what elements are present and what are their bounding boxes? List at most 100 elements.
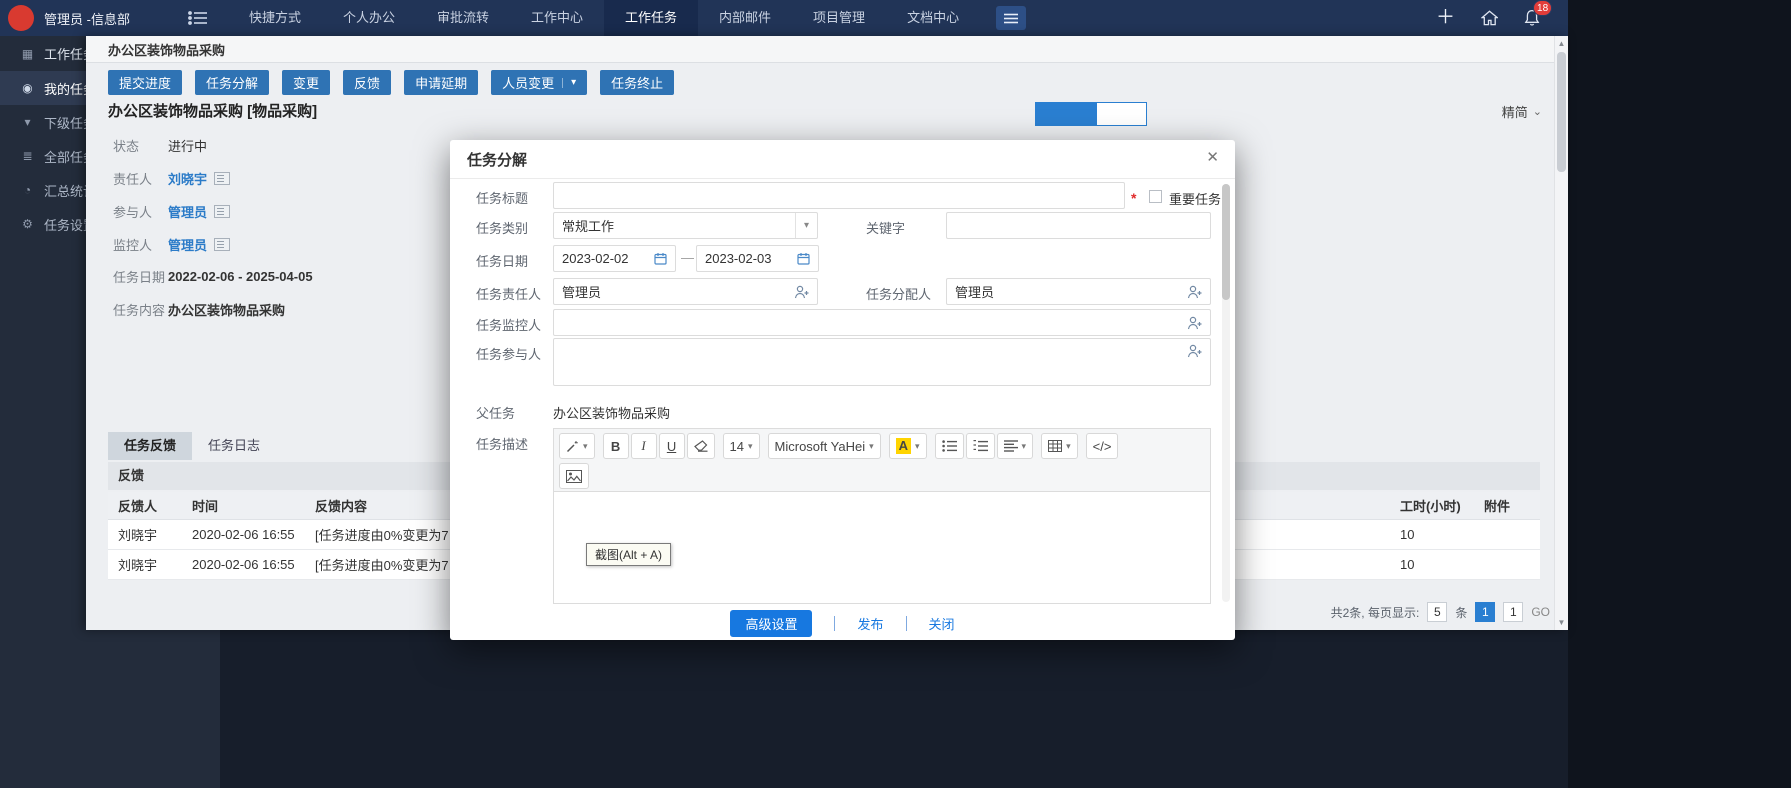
- tab-task-feedback[interactable]: 任务反馈: [108, 432, 192, 460]
- detail-row-dates: 任务日期 2022-02-06 - 2025-04-05: [113, 267, 313, 285]
- submit-progress-button[interactable]: 提交进度: [108, 70, 182, 95]
- add-person-icon[interactable]: [1187, 344, 1202, 358]
- down-arrow-icon: ▾: [20, 115, 35, 129]
- nav-item-work-tasks[interactable]: 工作任务: [604, 0, 698, 36]
- detail-row-owner: 责任人 刘晓宇: [113, 169, 230, 187]
- scroll-down-icon[interactable]: ▼: [1555, 618, 1568, 627]
- app-logo-icon[interactable]: [8, 5, 34, 31]
- calendar-icon[interactable]: [797, 252, 810, 265]
- font-name-button[interactable]: Microsoft YaHei ▾: [768, 433, 881, 459]
- insert-picture-button[interactable]: [559, 463, 589, 489]
- goto-page-input[interactable]: 1: [1503, 602, 1523, 622]
- change-button[interactable]: 变更: [282, 70, 330, 95]
- table-button[interactable]: ▾: [1041, 433, 1078, 459]
- owner-input[interactable]: 管理员: [553, 278, 818, 305]
- italic-button[interactable]: I: [631, 433, 657, 459]
- add-person-icon[interactable]: [1187, 316, 1202, 330]
- task-split-button[interactable]: 任务分解: [195, 70, 269, 95]
- scrollbar-thumb[interactable]: [1222, 184, 1230, 300]
- contact-card-icon[interactable]: [214, 238, 230, 251]
- grid-icon: ▦: [20, 47, 35, 61]
- add-icon[interactable]: ＋: [1436, 0, 1455, 36]
- monitor-link[interactable]: 管理员: [168, 235, 207, 254]
- screenshot-tooltip: 截图(Alt + A): [586, 543, 671, 566]
- owner-link[interactable]: 刘晓宇: [168, 169, 207, 188]
- assigner-label: 任务分配人: [866, 284, 931, 303]
- progress-bar: [1035, 102, 1147, 126]
- compact-view-toggle[interactable]: 精简 ⌄: [1502, 102, 1542, 121]
- monitor-label: 任务监控人: [476, 315, 541, 334]
- owner-label: 任务责任人: [476, 284, 541, 303]
- nav-item-approval-flow[interactable]: 审批流转: [416, 0, 510, 36]
- font-size-button[interactable]: 14 ▾: [723, 433, 760, 459]
- request-extension-button[interactable]: 申请延期: [404, 70, 478, 95]
- menu-toggle-icon[interactable]: [188, 11, 208, 25]
- scrollbar-thumb[interactable]: [1557, 52, 1566, 172]
- important-task-checkbox[interactable]: [1149, 190, 1162, 203]
- style-button[interactable]: ▾: [559, 433, 595, 459]
- caret-down-icon: ▾: [748, 441, 753, 452]
- more-menu-button[interactable]: [996, 6, 1026, 30]
- underline-button[interactable]: U: [659, 433, 685, 459]
- nav-item-shortcuts[interactable]: 快捷方式: [228, 0, 322, 36]
- close-button[interactable]: 关闭: [929, 614, 955, 633]
- category-label: 任务类别: [476, 218, 528, 237]
- assigner-input[interactable]: 管理员: [946, 278, 1211, 305]
- caret-down-icon: ▾: [795, 213, 809, 238]
- feedback-button[interactable]: 反馈: [343, 70, 391, 95]
- detail-row-content: 任务内容 办公区装饰物品采购: [113, 300, 285, 318]
- nav-item-personal-office[interactable]: 个人办公: [322, 0, 416, 36]
- paragraph-align-button[interactable]: ▾: [997, 433, 1034, 459]
- end-date-input[interactable]: 2023-02-03: [696, 245, 819, 272]
- close-icon[interactable]: ✕: [1206, 150, 1219, 165]
- nav-item-project-management[interactable]: 项目管理: [792, 0, 886, 36]
- terminate-task-button[interactable]: 任务终止: [600, 70, 674, 95]
- page-size-select[interactable]: 5: [1427, 602, 1447, 622]
- bullseye-icon: ◉: [20, 81, 35, 95]
- page-number-button[interactable]: 1: [1475, 602, 1495, 622]
- status-value: 进行中: [168, 136, 207, 155]
- category-select[interactable]: 常规工作 ▾: [553, 212, 818, 239]
- calendar-icon[interactable]: [654, 252, 667, 265]
- ordered-list-button[interactable]: [966, 433, 995, 459]
- font-color-button[interactable]: A ▾: [889, 433, 927, 459]
- go-button[interactable]: GO: [1531, 605, 1550, 619]
- keyword-input[interactable]: [946, 212, 1211, 239]
- clear-format-button[interactable]: [687, 433, 715, 459]
- keyword-label: 关键字: [866, 218, 905, 237]
- caret-down-icon: ▾: [1066, 441, 1071, 452]
- scroll-up-icon[interactable]: ▲: [1555, 39, 1568, 48]
- caret-down-icon: ▾: [1022, 441, 1027, 452]
- modal-title: 任务分解: [467, 149, 527, 170]
- home-icon[interactable]: [1481, 10, 1498, 26]
- monitor-input[interactable]: [553, 309, 1211, 336]
- publish-button[interactable]: 发布: [857, 614, 883, 633]
- editor-content-area[interactable]: 截图(Alt + A): [553, 492, 1211, 604]
- personnel-change-button[interactable]: 人员变更 ▾: [491, 70, 587, 95]
- panel-scrollbar[interactable]: ▲ ▼: [1554, 36, 1568, 630]
- pie-chart-icon: ◔: [20, 183, 35, 197]
- participant-link[interactable]: 管理员: [168, 202, 207, 221]
- start-date-input[interactable]: 2023-02-02: [553, 245, 676, 272]
- participant-input[interactable]: [553, 338, 1211, 386]
- unordered-list-button[interactable]: [935, 433, 964, 459]
- contact-card-icon[interactable]: [214, 205, 230, 218]
- advanced-settings-button[interactable]: 高级设置: [730, 610, 812, 637]
- nav-item-document-center[interactable]: 文档中心: [886, 0, 980, 36]
- nav-item-internal-mail[interactable]: 内部邮件: [698, 0, 792, 36]
- nav-item-work-center[interactable]: 工作中心: [510, 0, 604, 36]
- tab-task-log[interactable]: 任务日志: [192, 432, 276, 460]
- notifications-bell-icon[interactable]: 18: [1524, 9, 1540, 27]
- screen: 管理员 -信息部 快捷方式 个人办公 审批流转 工作中心 工作任务 内部邮件 项…: [0, 0, 1791, 788]
- app-window: 管理员 -信息部 快捷方式 个人办公 审批流转 工作中心 工作任务 内部邮件 项…: [0, 0, 1568, 788]
- add-person-icon[interactable]: [794, 285, 809, 299]
- caret-down-icon: ▾: [869, 441, 874, 452]
- bold-button[interactable]: B: [603, 433, 629, 459]
- caret-down-icon: ▾: [915, 441, 920, 452]
- progress-bar-fill: [1036, 103, 1097, 125]
- add-person-icon[interactable]: [1187, 285, 1202, 299]
- contact-card-icon[interactable]: [214, 172, 230, 185]
- modal-scrollbar[interactable]: [1222, 184, 1230, 602]
- task-title-input[interactable]: [553, 182, 1125, 209]
- codeview-button[interactable]: </>: [1086, 433, 1119, 459]
